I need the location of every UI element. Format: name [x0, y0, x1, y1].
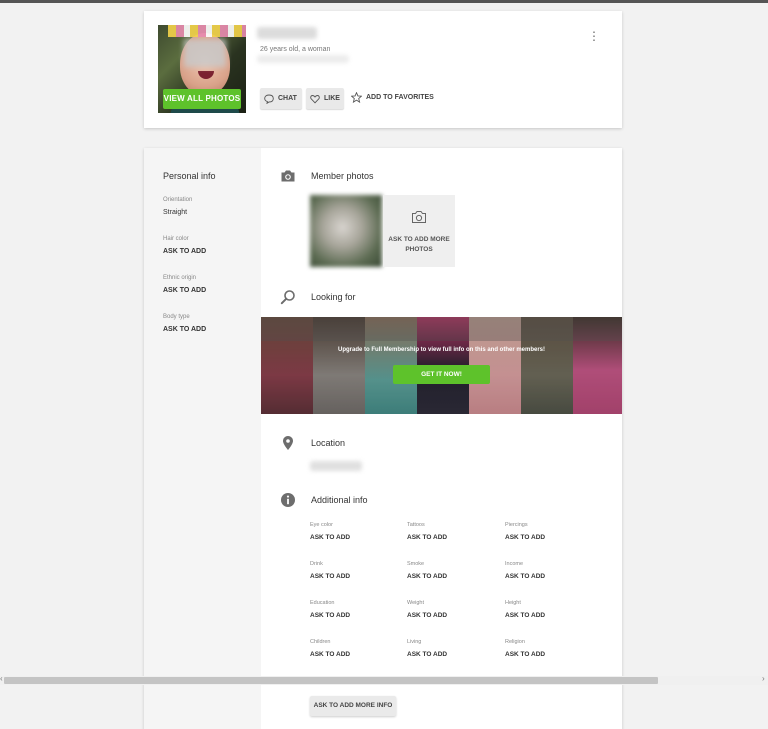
ask-more-photos-label: ASK TO ADD MORE PHOTOS [388, 236, 450, 253]
chat-label: CHAT [278, 95, 297, 102]
scroll-right-arrow-icon[interactable]: › [762, 674, 765, 683]
member-photo-thumbnail[interactable] [310, 195, 382, 267]
add-to-favorites-button[interactable]: ADD TO FAVORITES [351, 92, 434, 103]
location-pin-icon [283, 436, 293, 450]
like-button[interactable]: LIKE [306, 88, 344, 109]
horizontal-scrollbar[interactable]: ‹ › [0, 674, 768, 685]
scrollbar-thumb[interactable] [4, 677, 658, 684]
drink-ask-link[interactable]: ASK TO ADD [310, 573, 350, 580]
religion-label: Religion [505, 639, 525, 645]
info-religion: Religion ASK TO ADD [505, 639, 545, 658]
upgrade-message: Upgrade to Full Membership to view full … [337, 347, 545, 353]
personal-info-title: Personal info [163, 171, 216, 181]
orientation-label: Orientation [163, 197, 193, 203]
personal-info-body-type: Body type ASK TO ADD [163, 314, 206, 333]
body-type-label: Body type [163, 314, 190, 320]
personal-info-sidebar: Personal info Orientation Straight Hair … [144, 148, 261, 729]
tattoos-ask-link[interactable]: ASK TO ADD [407, 534, 447, 541]
member-subtitle-blurred [257, 55, 349, 63]
like-label: LIKE [324, 95, 340, 102]
education-ask-link[interactable]: ASK TO ADD [310, 612, 350, 619]
favorites-label: ADD TO FAVORITES [366, 94, 434, 101]
info-education: Education ASK TO ADD [310, 600, 350, 619]
info-eye-color: Eye color ASK TO ADD [310, 522, 350, 541]
star-icon [351, 92, 362, 103]
eye-color-label: Eye color [310, 522, 333, 528]
info-icon [281, 493, 295, 507]
education-label: Education [310, 600, 335, 606]
ethnic-origin-ask-link[interactable]: ASK TO ADD [163, 287, 206, 294]
drink-label: Drink [310, 561, 323, 567]
living-ask-link[interactable]: ASK TO ADD [407, 651, 447, 658]
chat-bubble-icon [264, 94, 274, 104]
smoke-ask-link[interactable]: ASK TO ADD [407, 573, 447, 580]
weight-label: Weight [407, 600, 425, 606]
smoke-label: Smoke [407, 561, 425, 567]
ethnic-origin-label: Ethnic origin [163, 275, 197, 281]
banner-top-bar [261, 317, 622, 341]
info-height: Height ASK TO ADD [505, 600, 545, 619]
tattoos-label: Tattoos [407, 522, 425, 528]
personal-info-ethnic-origin: Ethnic origin ASK TO ADD [163, 275, 206, 294]
info-piercings: Piercings ASK TO ADD [505, 522, 545, 541]
additional-info-title: Additional info [311, 495, 368, 505]
looking-for-title: Looking for [311, 292, 356, 302]
height-label: Height [505, 600, 521, 606]
age-gender-text: 26 years old, a woman [260, 46, 331, 53]
children-ask-link[interactable]: ASK TO ADD [310, 651, 350, 658]
info-income: Income ASK TO ADD [505, 561, 545, 580]
search-icon [280, 290, 295, 305]
view-all-photos-button[interactable]: VIEW ALL PHOTOS [163, 89, 241, 109]
personal-info-hair-color: Hair color ASK TO ADD [163, 236, 206, 255]
info-weight: Weight ASK TO ADD [407, 600, 447, 619]
personal-info-orientation: Orientation Straight [163, 197, 192, 216]
upgrade-banner: Upgrade to Full Membership to view full … [261, 317, 622, 414]
piercings-ask-link[interactable]: ASK TO ADD [505, 534, 545, 541]
scroll-left-arrow-icon[interactable]: ‹ [0, 674, 3, 683]
photo-blur [184, 39, 226, 67]
info-smoke: Smoke ASK TO ADD [407, 561, 447, 580]
ask-more-info-button[interactable]: ASK TO ADD MORE INFO [310, 696, 396, 716]
window-top-border [0, 0, 768, 3]
religion-ask-link[interactable]: ASK TO ADD [505, 651, 545, 658]
living-label: Living [407, 639, 422, 645]
info-drink: Drink ASK TO ADD [310, 561, 350, 580]
children-label: Children [310, 639, 331, 645]
orientation-value: Straight [163, 209, 188, 216]
location-value-blurred [310, 461, 362, 471]
photo-flower-crown [168, 25, 246, 37]
member-photos-title: Member photos [311, 171, 374, 181]
hair-color-label: Hair color [163, 236, 189, 242]
info-children: Children ASK TO ADD [310, 639, 350, 658]
info-living: Living ASK TO ADD [407, 639, 447, 658]
get-it-now-button[interactable]: GET IT NOW! [393, 365, 490, 384]
income-ask-link[interactable]: ASK TO ADD [505, 573, 545, 580]
more-vertical-icon[interactable]: ⋮ [588, 29, 600, 43]
member-name-blurred [257, 27, 317, 39]
location-title: Location [311, 438, 346, 448]
profile-card: VIEW ALL PHOTOS 26 years old, a woman ⋮ … [144, 11, 622, 128]
heart-icon [310, 94, 320, 103]
hair-color-ask-link[interactable]: ASK TO ADD [163, 248, 206, 255]
info-tattoos: Tattoos ASK TO ADD [407, 522, 447, 541]
body-type-ask-link[interactable]: ASK TO ADD [163, 326, 206, 333]
height-ask-link[interactable]: ASK TO ADD [505, 612, 545, 619]
chat-button[interactable]: CHAT [260, 88, 302, 109]
profile-details-card: Personal info Orientation Straight Hair … [144, 148, 622, 729]
camera-icon [281, 170, 295, 182]
eye-color-ask-link[interactable]: ASK TO ADD [310, 534, 350, 541]
ask-more-photos-button[interactable]: ASK TO ADD MORE PHOTOS [383, 195, 455, 267]
income-label: Income [505, 561, 524, 567]
camera-outline-icon [412, 211, 426, 223]
piercings-label: Piercings [505, 522, 528, 528]
weight-ask-link[interactable]: ASK TO ADD [407, 612, 447, 619]
